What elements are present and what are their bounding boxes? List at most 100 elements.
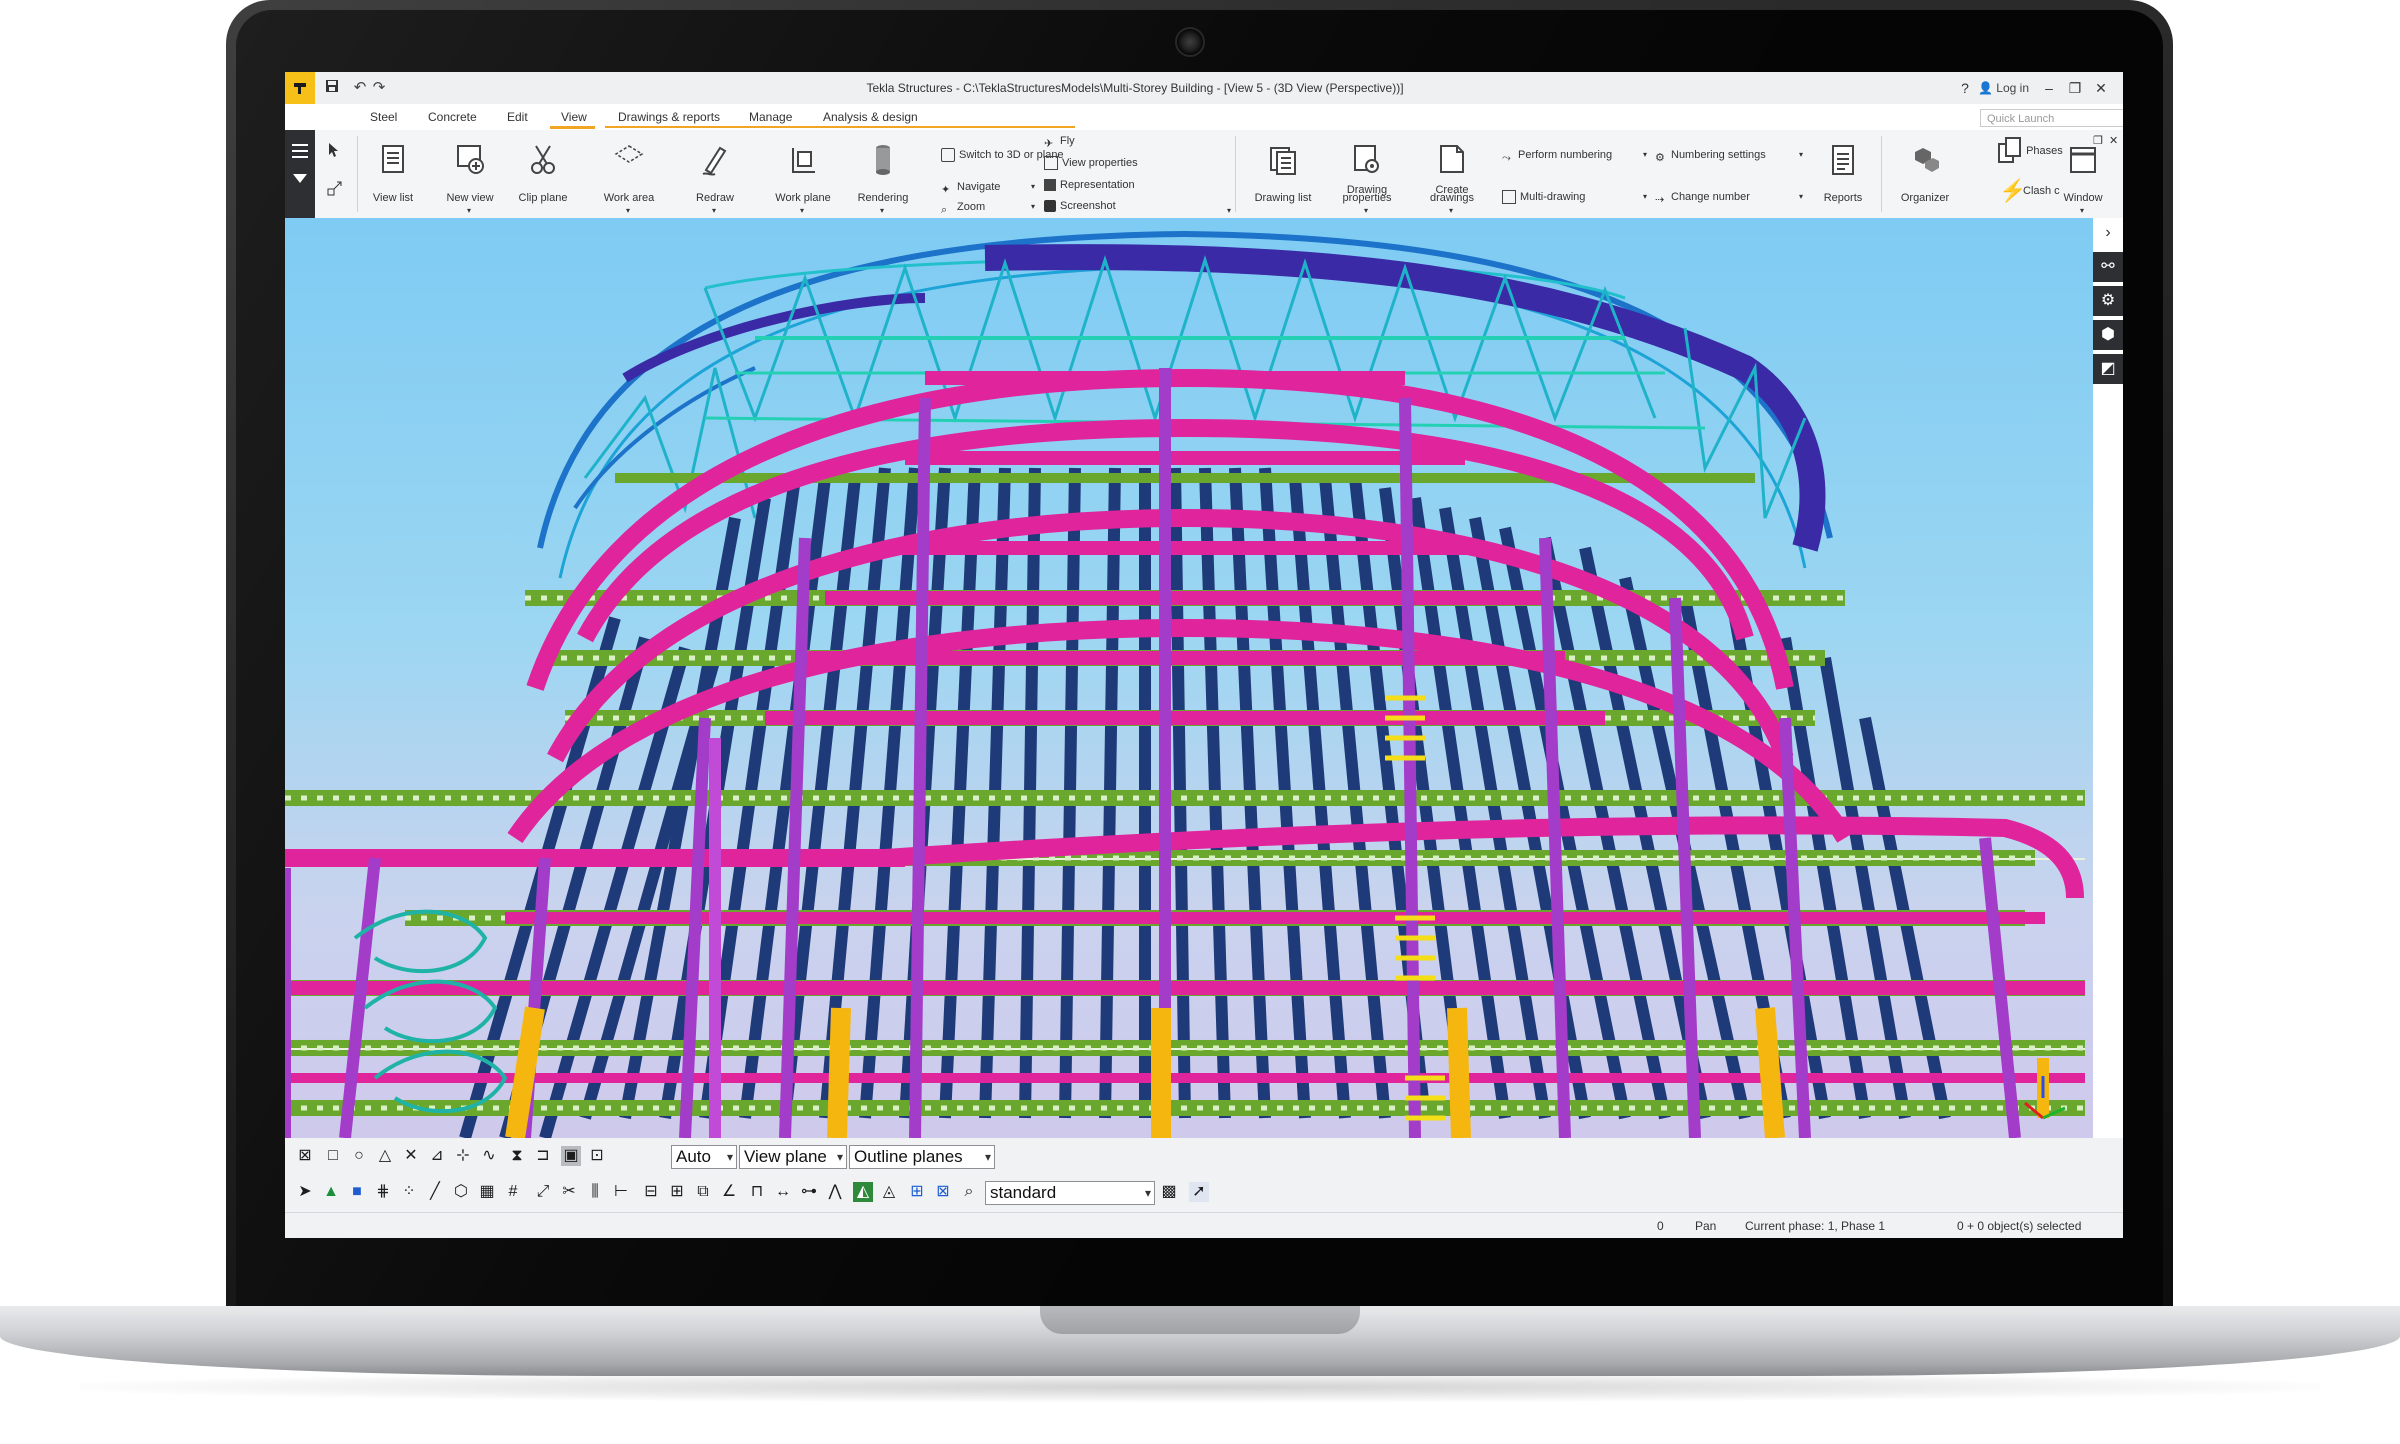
snap-triangle-icon[interactable]: △ <box>375 1146 395 1166</box>
cube-icon[interactable]: ⬢ <box>2093 320 2123 350</box>
tab-edit[interactable]: Edit <box>507 104 528 130</box>
representation-button[interactable]: Representation <box>1044 176 1135 194</box>
select-chain-icon[interactable]: ⊶ <box>799 1182 819 1202</box>
save-icon[interactable] <box>323 79 341 97</box>
work-plane-button[interactable]: Work plane ▾ <box>773 130 833 218</box>
clip-plane-button[interactable]: Clip plane <box>513 130 573 218</box>
select-arrow-icon[interactable] <box>327 142 341 160</box>
select-cube-icon[interactable]: ⬡ <box>451 1182 471 1202</box>
numbering-settings-button[interactable]: ⚙ Numbering settings <box>1655 146 1766 164</box>
select-triangle-outline-icon[interactable]: ◬ <box>879 1182 899 1202</box>
create-drawings-button[interactable]: Create drawings ▾ <box>1422 130 1482 218</box>
quick-launch-input[interactable]: Quick Launch ⌕ <box>1980 109 2123 127</box>
select-group-icon[interactable]: ⊞ <box>907 1182 927 1202</box>
snap-grid-icon[interactable]: ▣ <box>561 1146 581 1166</box>
plane-mode-select[interactable]: View plane ▾ <box>739 1145 847 1169</box>
plane-type-select[interactable]: Outline planes ▾ <box>849 1145 995 1169</box>
select-grid-icon[interactable]: ⋕ <box>373 1182 393 1202</box>
select-align-icon[interactable]: ⊢ <box>611 1182 631 1202</box>
snap-square-icon[interactable]: □ <box>323 1146 343 1166</box>
view-properties-button[interactable]: View properties <box>1044 154 1138 172</box>
tab-steel[interactable]: Steel <box>370 104 397 130</box>
select-points-icon[interactable]: ⁘ <box>399 1182 419 1202</box>
select-component-icon[interactable]: ◭ <box>853 1182 873 1202</box>
undo-icon[interactable]: ↶ <box>351 79 369 97</box>
snap-circle-icon[interactable]: ○ <box>349 1146 369 1166</box>
select-bracket-icon[interactable]: ⊓ <box>747 1182 767 1202</box>
minimize-button[interactable]: – <box>2037 72 2061 104</box>
rendering-button[interactable]: Rendering ▾ <box>853 130 913 218</box>
change-number-button[interactable]: ⇢ Change number <box>1655 188 1750 206</box>
select-measure-icon[interactable]: ⤢ <box>533 1182 553 1202</box>
window-button[interactable]: Window ▾ <box>2053 130 2113 218</box>
snap-perpendicular-icon[interactable]: ⊿ <box>427 1146 447 1166</box>
3d-view-viewport[interactable] <box>285 218 2093 1138</box>
login-button[interactable]: 👤 Log in <box>1978 72 2029 104</box>
zoom-button[interactable]: ⌕ Zoom <box>941 198 985 216</box>
selection-filter-select[interactable]: standard ▾ <box>985 1181 1155 1205</box>
tab-analysis-design[interactable]: Analysis & design <box>823 104 918 130</box>
reports-button[interactable]: Reports <box>1813 130 1873 218</box>
select-weld-icon[interactable]: ⊟ <box>641 1182 661 1202</box>
fly-button[interactable]: ✈ Fly <box>1044 132 1075 150</box>
redraw-button[interactable]: Redraw ▾ <box>685 130 745 218</box>
select-assembly-icon[interactable]: ⊠ <box>933 1182 953 1202</box>
snap-all-icon[interactable]: ⊠ <box>295 1146 315 1166</box>
snap-plane-icon[interactable]: ⊐ <box>533 1146 553 1166</box>
restore-button[interactable]: ❐ <box>2063 72 2087 104</box>
chevron-down-icon: ▾ <box>626 206 631 215</box>
select-angle-icon[interactable]: ∠ <box>719 1182 739 1202</box>
tab-concrete[interactable]: Concrete <box>428 104 477 130</box>
link-icon[interactable]: ⚯ <box>2093 252 2123 282</box>
drawing-properties-button[interactable]: Drawing properties ▾ <box>1337 130 1397 218</box>
chevron-right-icon[interactable]: › <box>2093 218 2123 248</box>
gear-icon[interactable]: ⚙ <box>2093 286 2123 316</box>
navigate-button[interactable]: ✦ Navigate <box>941 178 1000 196</box>
screenshot-button[interactable]: Screenshot <box>1044 197 1116 215</box>
view-list-button[interactable]: View list <box>363 130 423 218</box>
shapes-icon[interactable]: ◩ <box>2093 354 2123 384</box>
snap-frame-icon[interactable]: ⊡ <box>587 1146 607 1166</box>
new-view-label: New view <box>446 192 494 204</box>
snap-hourglass-icon[interactable]: ⧗ <box>507 1146 527 1166</box>
select-hash-icon[interactable]: # <box>503 1182 523 1202</box>
select-mesh-icon[interactable]: ▦ <box>477 1182 497 1202</box>
snap-icon[interactable] <box>327 180 343 198</box>
select-layers-icon[interactable]: ⧉ <box>693 1182 713 1202</box>
select-column-icon[interactable]: ⫼ <box>585 1182 605 1202</box>
perform-numbering-button[interactable]: ⤳ Perform numbering <box>1502 146 1612 164</box>
select-dimension-icon[interactable]: ↔ <box>773 1182 793 1202</box>
select-bolt-icon[interactable]: ⊞ <box>667 1182 687 1202</box>
select-square-icon[interactable]: ■ <box>347 1182 367 1202</box>
select-triangle-icon[interactable]: ▲ <box>321 1182 341 1202</box>
tab-manage[interactable]: Manage <box>749 104 792 130</box>
login-label: Log in <box>1996 81 2029 95</box>
snap-cross-icon[interactable]: ✕ <box>401 1146 421 1166</box>
app-logo[interactable] <box>285 72 315 104</box>
menu-icon[interactable] <box>292 144 308 146</box>
snap-curve-icon[interactable]: ∿ <box>479 1146 499 1166</box>
select-switch-icon[interactable]: ➚ <box>1189 1182 1209 1202</box>
select-arrow-icon[interactable]: ➤ <box>295 1182 315 1202</box>
drawing-list-button[interactable]: Drawing list <box>1253 130 1313 218</box>
select-zoom-icon[interactable]: ⌕ <box>959 1182 979 1202</box>
help-button[interactable]: ? <box>1958 72 1972 104</box>
filter-settings-icon[interactable]: ▩ <box>1159 1182 1179 1202</box>
select-line-icon[interactable]: ╱ <box>425 1182 445 1202</box>
ribbon-restore-button[interactable]: ❐ <box>2093 132 2103 150</box>
snap-midpoint-icon[interactable]: ⊹ <box>453 1146 473 1166</box>
representation-label: Representation <box>1060 179 1135 191</box>
multi-drawing-button[interactable]: Multi-drawing <box>1502 188 1585 206</box>
select-zigzag-icon[interactable]: ⋀ <box>825 1182 845 1202</box>
tab-drawings-reports[interactable]: Drawings & reports <box>618 104 720 130</box>
organizer-button[interactable]: Organizer <box>1895 130 1955 218</box>
chevron-down-icon[interactable] <box>293 174 307 183</box>
snap-mode-select[interactable]: Auto ▾ <box>671 1145 737 1169</box>
ribbon-close-button[interactable]: ✕ <box>2109 132 2118 150</box>
work-area-button[interactable]: Work area ▾ <box>599 130 659 218</box>
redo-icon[interactable]: ↷ <box>370 79 388 97</box>
select-scissors-icon[interactable]: ✂ <box>559 1182 579 1202</box>
new-view-button[interactable]: New view ▾ <box>440 130 500 218</box>
work-area-label: Work area <box>603 192 655 204</box>
close-button[interactable]: ✕ <box>2089 72 2113 104</box>
